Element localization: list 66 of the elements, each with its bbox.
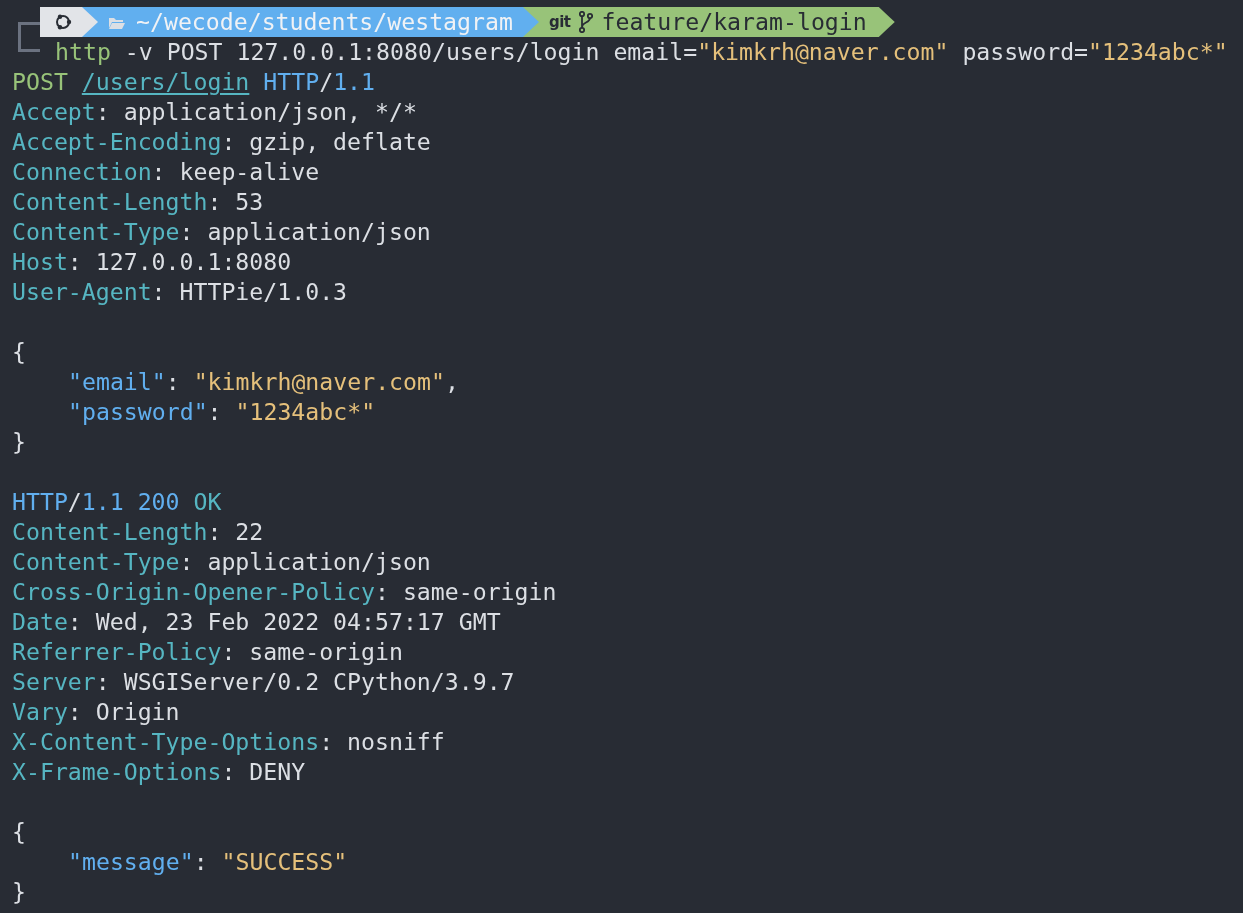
- string-value: "1234abc*": [1088, 37, 1228, 67]
- output-text: }: [12, 877, 26, 907]
- string-value: "SUCCESS": [221, 847, 348, 877]
- header-name: Content-Type: [12, 547, 180, 577]
- output-text: password=: [961, 37, 1089, 67]
- header-name: Content-Length: [12, 517, 208, 547]
- string-value: "1234abc*": [235, 397, 376, 427]
- string-value: "kimkrh@naver.com": [193, 367, 445, 397]
- output-text: {: [12, 337, 26, 367]
- output-text: ,: [444, 367, 459, 397]
- header-name: Accept: [12, 97, 96, 127]
- branch-name: feature/karam-login: [601, 7, 867, 37]
- output-text: : 53: [207, 187, 264, 217]
- header-name: Server: [12, 667, 96, 697]
- output-text: : 22: [207, 517, 264, 547]
- branch-icon: [578, 11, 594, 33]
- output-text: {: [12, 817, 26, 847]
- output-text: /: [319, 67, 334, 97]
- header-name: Content-Type: [12, 217, 180, 247]
- header-name: Connection: [12, 157, 152, 187]
- header-name: X-Frame-Options: [12, 757, 222, 787]
- json-key: "password": [68, 397, 208, 427]
- header-name: X-Content-Type-Options: [12, 727, 320, 757]
- git-label: git: [548, 12, 571, 33]
- header-name: User-Agent: [12, 277, 152, 307]
- output-text: /: [67, 487, 82, 517]
- method-text: POST: [12, 67, 69, 97]
- output-text: : Wed, 23 Feb 2022 04:57:17 GMT: [67, 607, 501, 637]
- output-text: }: [12, 427, 26, 457]
- json-key: "message": [68, 847, 194, 877]
- header-name: Host: [12, 247, 68, 277]
- output-text: :: [193, 847, 209, 877]
- header-name: Accept-Encoding: [12, 127, 222, 157]
- output-text: : same-origin: [374, 577, 557, 607]
- output-text: : application/json: [179, 217, 431, 247]
- status-reason: OK: [193, 487, 222, 517]
- ubuntu-logo-icon: [54, 13, 72, 31]
- output-text: : DENY: [221, 757, 306, 787]
- output-text: : HTTPie/1.0.3: [151, 277, 348, 307]
- command-text: http: [55, 37, 111, 67]
- header-name: Vary: [12, 697, 68, 727]
- output-text: : same-origin: [221, 637, 403, 667]
- string-value: "kimkrh@naver.com": [697, 37, 949, 67]
- output-text: : gzip, deflate: [221, 127, 431, 157]
- protocol-text: HTTP: [262, 67, 320, 97]
- header-name: Content-Length: [12, 187, 208, 217]
- header-name: Cross-Origin-Opener-Policy: [12, 577, 375, 607]
- protocol-text: HTTP: [12, 487, 68, 517]
- output-text: -v POST 127.0.0.1:8080/users/login email=: [123, 37, 698, 67]
- output-text: : keep-alive: [151, 157, 320, 187]
- protocol-text: 1.1 200: [81, 487, 181, 517]
- output-text: :: [207, 397, 223, 427]
- output-text: : application/json, */*: [95, 97, 417, 127]
- output-text: : 127.0.0.1:8080: [67, 247, 292, 277]
- output-text: : application/json: [179, 547, 431, 577]
- header-name: Date: [12, 607, 68, 637]
- path-text: ~/wecode/students/westagram: [136, 7, 513, 37]
- url-path: /users/login: [81, 67, 250, 97]
- output-text: :: [165, 367, 181, 397]
- protocol-text: 1.1: [333, 67, 375, 97]
- output-text: : WSGIServer/0.2 CPython/3.9.7: [95, 667, 515, 697]
- json-key: "email": [68, 367, 166, 397]
- header-name: Referrer-Policy: [12, 637, 222, 667]
- prompt-bracket-drawing: [18, 22, 40, 52]
- output-text: : nosniff: [319, 727, 445, 757]
- output-text: : Origin: [67, 697, 180, 727]
